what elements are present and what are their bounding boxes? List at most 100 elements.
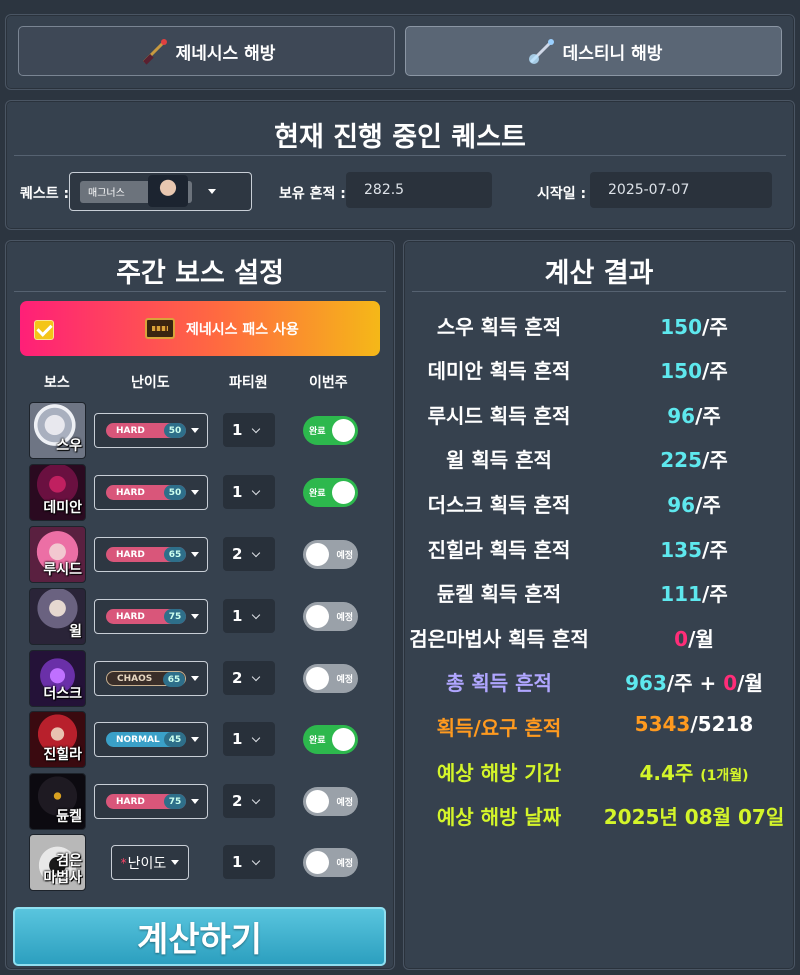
- results-panel-title: 계산 결과: [544, 258, 654, 289]
- checkbox-checked-icon[interactable]: [34, 320, 54, 340]
- difficulty-badge: HARD 50: [106, 485, 186, 500]
- chevron-down-icon: [191, 737, 199, 742]
- boss-row-will: 윌 HARD 75 1 예정: [6, 588, 396, 646]
- party-select[interactable]: 1: [223, 722, 275, 756]
- chevron-down-icon: [252, 486, 261, 495]
- col-header-party: 파티원: [229, 375, 268, 391]
- date-label: 예상 해방 날짜: [436, 805, 562, 829]
- result-value: 111/주: [660, 582, 728, 606]
- chevron-down-icon: [252, 610, 261, 619]
- boss-row-black-mage: 검은 마법사 * 난이도 1 예정: [6, 834, 396, 892]
- chevron-down-icon: [191, 614, 199, 619]
- party-select[interactable]: 1: [223, 845, 275, 879]
- difficulty-select[interactable]: NORMAL 45: [94, 722, 208, 757]
- boss-name: 데미안: [43, 500, 82, 516]
- quest-select[interactable]: 매그너스: [69, 172, 252, 211]
- start-date-input[interactable]: 2025-07-07: [590, 172, 772, 208]
- boss-name: 진힐라: [43, 747, 82, 763]
- boss-row-jinhilla: 진힐라 NORMAL 45 1 완료: [6, 711, 396, 769]
- boss-row-suu: 스우 HARD 50 1 완료: [6, 402, 396, 460]
- result-label: 윌 획득 흔적: [446, 448, 552, 472]
- genesis-pass-toggle[interactable]: 제네시스 패스 사용: [20, 301, 380, 356]
- difficulty-badge: NORMAL 45: [106, 732, 186, 747]
- current-quest-panel: 현재 진행 중인 퀘스트 퀘스트 : 매그너스 보유 흔적 : 282.5 시작…: [5, 100, 795, 230]
- divider: [14, 291, 386, 292]
- chevron-down-icon: [191, 428, 199, 433]
- tab-destiny[interactable]: 데스티니 해방: [405, 26, 782, 76]
- difficulty-select[interactable]: HARD 75: [94, 784, 208, 819]
- result-row: 진힐라 획득 흔적 135/주: [404, 528, 796, 564]
- start-date-label: 시작일 :: [537, 186, 587, 202]
- tab-genesis[interactable]: 제네시스 해방: [18, 26, 395, 76]
- result-value: 150/주: [660, 315, 728, 339]
- tab-genesis-label: 제네시스 해방: [175, 43, 276, 64]
- result-row: 스우 획득 흔적 150/주: [404, 305, 796, 341]
- boss-name: 윌: [69, 624, 82, 640]
- weekly-toggle[interactable]: 완료: [303, 478, 358, 507]
- weekly-toggle[interactable]: 예정: [303, 540, 358, 569]
- result-row: 윌 획득 흔적 225/주: [404, 438, 796, 474]
- weekly-toggle[interactable]: 예정: [303, 602, 358, 631]
- boss-row-dusk: 더스크 CHAOS 65 2 예정: [6, 650, 396, 708]
- boss-portrait-suu: 스우: [29, 402, 86, 459]
- boss-portrait-demian: 데미안: [29, 464, 86, 521]
- period-value: 4.4주 (1개월): [639, 761, 749, 785]
- col-header-difficulty: 난이도: [131, 375, 170, 391]
- weekly-toggle[interactable]: 예정: [303, 848, 358, 877]
- genesis-pass-label: 제네시스 패스 사용: [186, 322, 299, 338]
- col-header-this-week: 이번주: [309, 375, 348, 391]
- quest-panel-title: 현재 진행 중인 퀘스트: [274, 122, 526, 153]
- quest-value-text: 매그너스: [88, 188, 125, 199]
- result-row: 검은마법사 획득 흔적 0/월: [404, 617, 796, 653]
- chevron-down-icon: [252, 424, 261, 433]
- chevron-down-icon: [252, 856, 261, 865]
- weekly-toggle[interactable]: 완료: [303, 725, 358, 754]
- result-value: 150/주: [660, 359, 728, 383]
- boss-portrait-lucid: 루시드: [29, 526, 86, 583]
- period-row: 예상 해방 기간 4.4주 (1개월): [404, 751, 796, 787]
- weekly-toggle[interactable]: 예정: [303, 787, 358, 816]
- result-row: 데미안 획득 흔적 150/주: [404, 349, 796, 385]
- chevron-down-icon: [191, 552, 199, 557]
- genesis-pass-icon: [145, 318, 175, 339]
- weekly-toggle[interactable]: 예정: [303, 664, 358, 693]
- difficulty-select[interactable]: HARD 65: [94, 537, 208, 572]
- genesis-weapon-icon: [138, 35, 170, 67]
- difficulty-select[interactable]: HARD 75: [94, 599, 208, 634]
- chevron-down-icon: [171, 860, 180, 865]
- weapon-tabs: 제네시스 해방 데스티니 해방: [5, 14, 795, 90]
- boss-row-demian: 데미안 HARD 50 1 완료: [6, 464, 396, 522]
- difficulty-select[interactable]: HARD 50: [94, 475, 208, 510]
- result-value: 0/월: [674, 627, 714, 651]
- boss-name: 스우: [56, 438, 82, 454]
- party-select[interactable]: 2: [223, 537, 275, 571]
- chevron-down-icon: [252, 733, 261, 742]
- weekly-boss-panel: 주간 보스 설정 제네시스 패스 사용 보스 난이도 파티원 이번주 스우 HA…: [5, 240, 395, 970]
- party-select[interactable]: 2: [223, 784, 275, 818]
- boss-portrait-dusk: 더스크: [29, 650, 86, 707]
- destiny-weapon-icon: [525, 35, 557, 67]
- difficulty-select[interactable]: HARD 50: [94, 413, 208, 448]
- difficulty-select[interactable]: CHAOS 65: [94, 661, 208, 696]
- party-select[interactable]: 2: [223, 661, 275, 695]
- difficulty-select[interactable]: * 난이도: [111, 845, 189, 880]
- boss-name: 검은 마법사: [43, 853, 82, 886]
- progress-value: 5343/5218: [634, 712, 754, 736]
- owned-input[interactable]: 282.5: [346, 172, 492, 208]
- party-select[interactable]: 1: [223, 475, 275, 509]
- period-label: 예상 해방 기간: [436, 761, 562, 785]
- weekly-toggle[interactable]: 완료: [303, 416, 358, 445]
- required-mark: *: [120, 855, 127, 870]
- difficulty-badge: CHAOS 65: [106, 671, 186, 687]
- party-select[interactable]: 1: [223, 413, 275, 447]
- difficulty-badge: HARD 50: [106, 423, 186, 438]
- party-select[interactable]: 1: [223, 599, 275, 633]
- result-label: 검은마법사 획득 흔적: [409, 627, 589, 651]
- quest-label: 퀘스트 :: [20, 186, 70, 202]
- chevron-down-icon: [191, 490, 199, 495]
- result-row: 듄켈 획득 흔적 111/주: [404, 572, 796, 608]
- result-value: 96/주: [667, 493, 721, 517]
- difficulty-badge: HARD 75: [106, 609, 186, 624]
- calculate-button[interactable]: 계산하기: [13, 907, 386, 966]
- results-panel: 계산 결과 스우 획득 흔적 150/주 데미안 획득 흔적 150/주 루시드…: [403, 240, 795, 970]
